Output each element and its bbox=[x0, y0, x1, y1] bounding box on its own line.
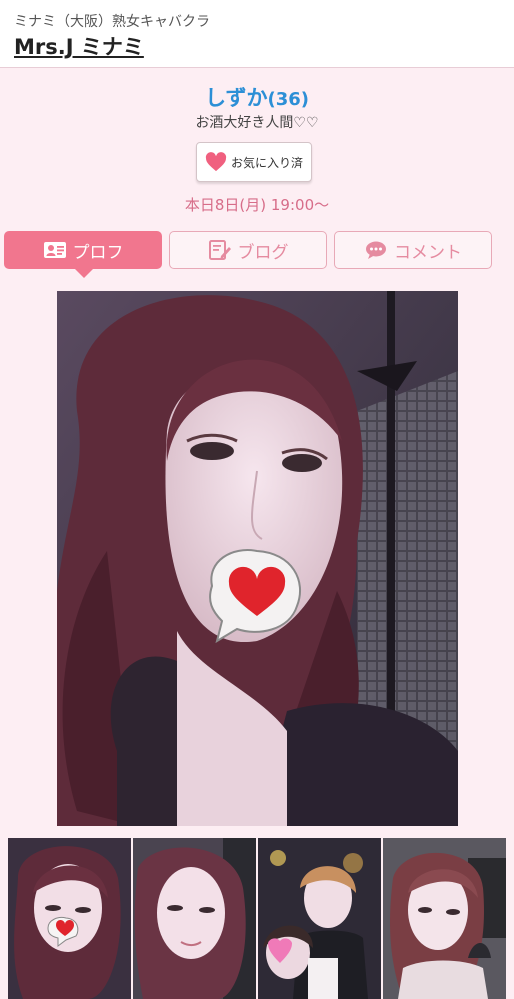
chat-bubble-icon bbox=[366, 241, 386, 259]
site-header: ミナミ（大阪）熟女キャバクラ Mrs.J ミナミ bbox=[0, 0, 514, 68]
favorite-label: お気に入り済 bbox=[230, 155, 303, 170]
profile-tabs: プロフ ブログ コメント bbox=[4, 231, 512, 278]
thumbnail-2[interactable] bbox=[133, 838, 256, 999]
tab-comment-label: コメント bbox=[394, 242, 462, 263]
blog-pencil-icon bbox=[208, 240, 231, 260]
shop-subtitle: ミナミ（大阪）熟女キャバクラ bbox=[14, 14, 210, 30]
cast-name: しずか bbox=[204, 86, 268, 110]
thumbnail-2-image bbox=[133, 838, 256, 999]
favorite-button[interactable]: お気に入り済 bbox=[196, 142, 312, 182]
tab-profile[interactable]: プロフ bbox=[4, 231, 162, 278]
thumbnail-1-image bbox=[8, 838, 131, 999]
tab-blog[interactable]: ブログ bbox=[169, 231, 327, 269]
photo-thumbnails bbox=[8, 838, 508, 999]
thumbnail-3-image bbox=[258, 838, 381, 999]
main-profile-photo[interactable] bbox=[57, 291, 458, 826]
shop-name-link[interactable]: Mrs.J ミナミ bbox=[14, 31, 144, 61]
tab-comment[interactable]: コメント bbox=[334, 231, 492, 269]
schedule-text: 本日8日(月) 19:00〜 bbox=[184, 196, 330, 214]
catch-copy: お酒大好き人間♡♡ bbox=[195, 115, 319, 131]
portrait-illustration bbox=[57, 291, 458, 826]
thumbnail-4[interactable] bbox=[383, 838, 506, 999]
profile-card-icon bbox=[43, 242, 66, 258]
cast-age: (36) bbox=[267, 89, 310, 110]
tab-profile-label: プロフ bbox=[72, 242, 124, 263]
heart-icon bbox=[205, 152, 227, 172]
thumbnail-3[interactable] bbox=[258, 838, 381, 999]
profile-name: しずか(36) bbox=[0, 82, 514, 112]
thumbnail-4-image bbox=[383, 838, 506, 999]
tab-blog-label: ブログ bbox=[237, 242, 289, 263]
thumbnail-1[interactable] bbox=[8, 838, 131, 999]
